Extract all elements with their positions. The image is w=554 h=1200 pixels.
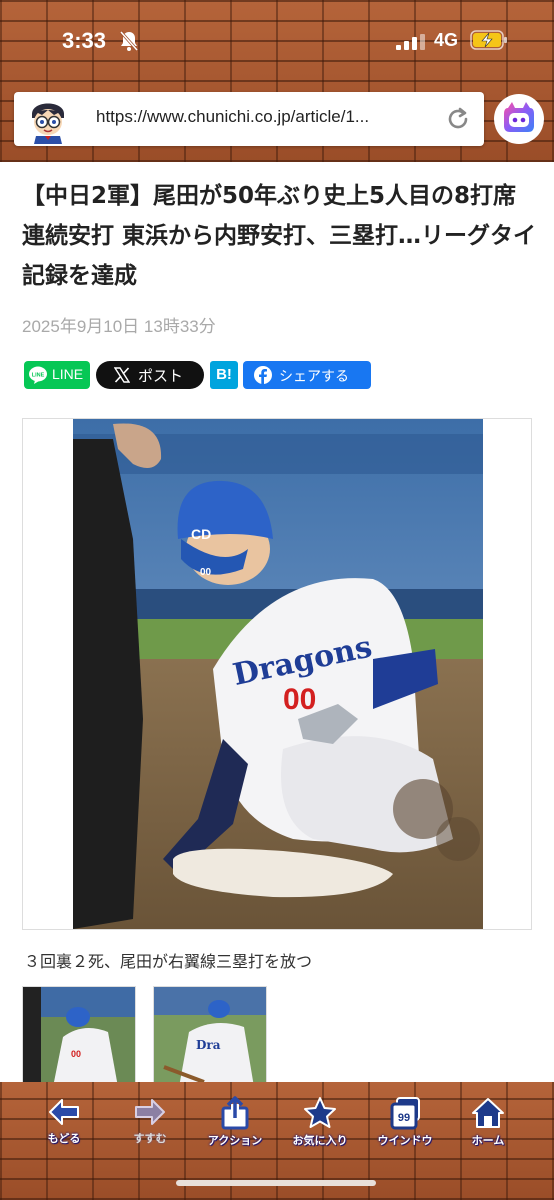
photo-thumbnail-1[interactable]: 00 [22,986,136,1082]
status-time: 3:33 [62,28,107,53]
line-share-button[interactable]: LINE LINE [24,361,90,389]
line-share-label: LINE [52,366,84,382]
forward-arrow-icon [135,1099,165,1125]
x-post-label: ポスト [138,367,184,385]
address-bar[interactable]: https://www.chunichi.co.jp/article/1... [14,92,484,146]
windows-icon: 99 [390,1097,420,1130]
photo-caption: ３回裏２死、尾田が右翼線三塁打を放つ [24,952,313,971]
favorites-label: お気に入り [292,1134,348,1147]
network-type: 4G [434,30,459,50]
x-post-button[interactable]: ポスト [96,361,204,389]
signal-icon [396,34,425,50]
article-headline: 【中日2軍】尾田が50年ぶり史上5人目の8打席連続安打 東浜から内野安打、三塁打… [22,183,537,289]
article: 【中日2軍】尾田が50年ぶり史上5人目の8打席連続安打 東浜から内野安打、三塁打… [0,162,554,1082]
home-button[interactable]: ホーム [448,1096,528,1148]
thumbnail-image: Dra [154,987,266,1082]
home-label: ホーム [471,1134,505,1147]
thumbnail-image: 00 [23,987,135,1082]
url-text[interactable]: https://www.chunichi.co.jp/article/1... [96,107,436,127]
line-icon: LINE [29,366,47,384]
forward-label: すすむ [133,1132,167,1145]
svg-text:CD: CD [191,526,211,542]
svg-text:00: 00 [71,1049,81,1059]
x-logo-icon [114,367,130,383]
svg-text:Dra: Dra [196,1038,221,1052]
browser-toolbar: もどる すすむ アクション お気に入り 99 ウインドウ ホーム [0,1082,554,1200]
browser-mascot-icon [32,103,64,144]
share-icon [221,1096,249,1130]
svg-text:00: 00 [200,567,212,578]
svg-text:LINE: LINE [32,373,45,379]
forward-button[interactable]: すすむ [110,1096,190,1146]
battery-charging-icon [470,30,507,50]
back-button[interactable]: もどる [24,1096,104,1146]
photo-thumbnail-2[interactable]: Dra [153,986,267,1082]
action-label: アクション [207,1134,263,1147]
assistant-icon [504,102,534,132]
home-indicator[interactable] [176,1180,376,1186]
bell-slash-icon [119,31,139,51]
hatena-bookmark-button[interactable]: B! [210,361,238,389]
reload-icon[interactable] [444,105,472,133]
svg-text:00: 00 [283,683,316,716]
window-count: 99 [398,1112,410,1124]
assistant-button[interactable] [494,94,544,144]
back-label: もどる [47,1132,81,1145]
main-photo-frame[interactable]: Dragons 00 CD 00 [22,418,532,930]
facebook-icon [254,366,272,384]
back-arrow-icon [49,1099,79,1125]
windows-label: ウインドウ [377,1134,433,1147]
action-button[interactable]: アクション [195,1096,275,1148]
status-bar: 3:33 4G [0,0,554,84]
article-date: 2025年9月10日 13時33分 [22,317,216,336]
favorites-button[interactable]: お気に入り [280,1096,360,1148]
facebook-share-label: シェアする [279,369,349,385]
hatena-label: B! [216,366,232,383]
home-icon [472,1098,504,1128]
star-icon [304,1097,336,1128]
baseball-slide-photo: Dragons 00 CD 00 [73,419,483,929]
browser-header: 3:33 4G https://www.chunichi.co.jp/artic… [0,0,554,162]
windows-button[interactable]: 99 ウインドウ [365,1096,445,1148]
main-photo[interactable]: Dragons 00 CD 00 [73,419,483,929]
facebook-share-button[interactable]: シェアする [243,361,371,389]
